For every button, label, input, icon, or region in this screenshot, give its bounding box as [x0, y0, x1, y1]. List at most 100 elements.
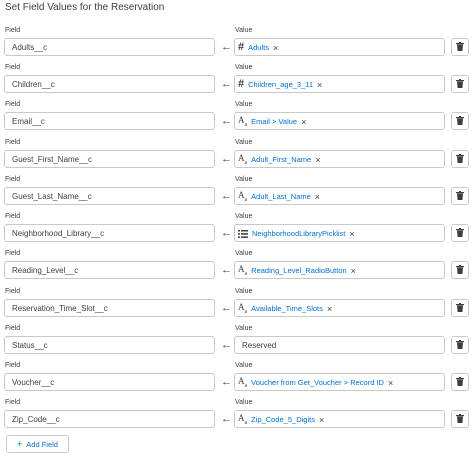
- field-input[interactable]: Reservation_Time_Slot__c: [4, 299, 215, 317]
- field-input[interactable]: Email__c: [4, 112, 215, 130]
- value-input[interactable]: Aa Adult_Last_Name ×: [234, 187, 445, 205]
- field-row: Field Value Zip_Code__c ← Aa Zip_Code_5_Digit…: [0, 399, 474, 435]
- arrow-left-icon: ←: [221, 41, 232, 53]
- value-label: Value: [235, 176, 253, 183]
- trash-icon: [456, 187, 464, 205]
- field-row: Field Value Reading_Level__c ← Aa Reading_Lev…: [0, 250, 474, 286]
- arrow-left-icon: ←: [221, 190, 232, 202]
- field-label: Field: [5, 64, 21, 71]
- trash-icon: [456, 261, 464, 279]
- value-input[interactable]: Reserved: [234, 336, 445, 354]
- plus-icon: +: [17, 439, 23, 449]
- field-input[interactable]: Guest_First_Name__c: [4, 150, 215, 168]
- field-input[interactable]: Status__c: [4, 336, 215, 354]
- field-label: Field: [5, 101, 21, 108]
- value-pill: # Adults ×: [238, 41, 278, 54]
- delete-row-button[interactable]: [451, 187, 469, 205]
- value-pill: # Children_age_3_11 ×: [238, 78, 322, 91]
- value-label: Value: [235, 213, 253, 220]
- value-input[interactable]: Aa Zip_Code_5_Digits ×: [234, 410, 445, 428]
- delete-row-button[interactable]: [451, 75, 469, 93]
- field-label: Field: [5, 139, 21, 146]
- field-input[interactable]: Neighborhood_Library__c: [4, 224, 215, 242]
- value-pill-label: Voucher from Get_Voucher > Record ID: [251, 378, 384, 387]
- field-label: Field: [5, 250, 21, 257]
- delete-row-button[interactable]: [451, 299, 469, 317]
- delete-row-button[interactable]: [451, 336, 469, 354]
- remove-icon[interactable]: ×: [388, 378, 393, 388]
- delete-row-button[interactable]: [451, 150, 469, 168]
- value-input[interactable]: # Children_age_3_11 ×: [234, 75, 445, 93]
- arrow-left-icon: ←: [221, 78, 232, 90]
- value-input[interactable]: Aa Available_Time_Slots ×: [234, 299, 445, 317]
- delete-row-button[interactable]: [451, 410, 469, 428]
- value-pill-label: Children_age_3_11: [248, 80, 314, 89]
- add-field-button[interactable]: + Add Field: [6, 435, 69, 453]
- value-input[interactable]: Aa Email > Value ×: [234, 112, 445, 130]
- field-input[interactable]: Reading_Level__c: [4, 261, 215, 279]
- arrow-left-icon: ←: [221, 115, 232, 127]
- remove-icon[interactable]: ×: [301, 117, 306, 127]
- remove-icon[interactable]: ×: [349, 229, 354, 239]
- field-row: Field Value Guest_First_Name__c ← Aa Adult_Fi…: [0, 139, 474, 175]
- list-icon: [238, 229, 248, 238]
- delete-row-button[interactable]: [451, 224, 469, 242]
- field-label: Field: [5, 27, 21, 34]
- value-label: Value: [235, 362, 253, 369]
- number-icon: #: [238, 78, 245, 90]
- value-input[interactable]: NeighborhoodLibraryPicklist ×: [234, 224, 445, 242]
- value-pill-label: Reading_Level_RadioButton: [251, 266, 347, 275]
- number-icon: #: [238, 41, 245, 53]
- value-input[interactable]: Aa Reading_Level_RadioButton ×: [234, 261, 445, 279]
- remove-icon[interactable]: ×: [319, 415, 324, 425]
- field-input[interactable]: Voucher__c: [4, 373, 215, 391]
- value-label: Value: [235, 139, 253, 146]
- remove-icon[interactable]: ×: [315, 192, 320, 202]
- text-icon: Aa: [238, 264, 248, 277]
- value-pill: Aa Voucher from Get_Voucher > Record ID ×: [238, 376, 393, 389]
- arrow-left-icon: ←: [221, 153, 232, 165]
- field-label: Field: [5, 213, 21, 220]
- value-pill-label: Email > Value: [251, 117, 298, 126]
- value-text: Reserved: [242, 341, 277, 350]
- remove-icon[interactable]: ×: [317, 80, 322, 90]
- arrow-left-icon: ←: [221, 264, 232, 276]
- trash-icon: [456, 150, 464, 168]
- trash-icon: [456, 336, 464, 354]
- field-input[interactable]: Adults__c: [4, 38, 215, 56]
- field-label: Field: [5, 399, 21, 406]
- remove-icon[interactable]: ×: [315, 155, 320, 165]
- value-label: Value: [235, 288, 253, 295]
- text-icon: Aa: [238, 153, 248, 166]
- field-row: Field Value Voucher__c ← Aa Voucher from Get_…: [0, 362, 474, 398]
- value-pill: Aa Available_Time_Slots ×: [238, 302, 332, 315]
- field-input[interactable]: Guest_Last_Name__c: [4, 187, 215, 205]
- value-input[interactable]: Aa Adult_First_Name ×: [234, 150, 445, 168]
- value-label: Value: [235, 250, 253, 257]
- value-pill: Aa Email > Value ×: [238, 115, 306, 128]
- delete-row-button[interactable]: [451, 112, 469, 130]
- remove-icon[interactable]: ×: [351, 266, 356, 276]
- remove-icon[interactable]: ×: [327, 304, 332, 314]
- remove-icon[interactable]: ×: [273, 43, 278, 53]
- value-input[interactable]: Aa Voucher from Get_Voucher > Record ID ×: [234, 373, 445, 391]
- value-pill-label: Adult_Last_Name: [251, 192, 311, 201]
- field-row: Field Value Neighborhood_Library__c ← Neighb…: [0, 213, 474, 249]
- value-label: Value: [235, 64, 253, 71]
- field-input[interactable]: Children__c: [4, 75, 215, 93]
- value-pill: Aa Adult_Last_Name ×: [238, 190, 320, 203]
- delete-row-button[interactable]: [451, 261, 469, 279]
- value-input[interactable]: # Adults ×: [234, 38, 445, 56]
- delete-row-button[interactable]: [451, 373, 469, 391]
- value-pill: Aa Reading_Level_RadioButton ×: [238, 264, 356, 277]
- text-icon: Aa: [238, 413, 248, 426]
- value-label: Value: [235, 101, 253, 108]
- trash-icon: [456, 38, 464, 56]
- arrow-left-icon: ←: [221, 376, 232, 388]
- field-row: Field Value Children__c ← # Children_age_3_11…: [0, 64, 474, 100]
- value-pill: Aa Adult_First_Name ×: [238, 153, 320, 166]
- field-input[interactable]: Zip_Code__c: [4, 410, 215, 428]
- trash-icon: [456, 299, 464, 317]
- text-icon: Aa: [238, 190, 248, 203]
- delete-row-button[interactable]: [451, 38, 469, 56]
